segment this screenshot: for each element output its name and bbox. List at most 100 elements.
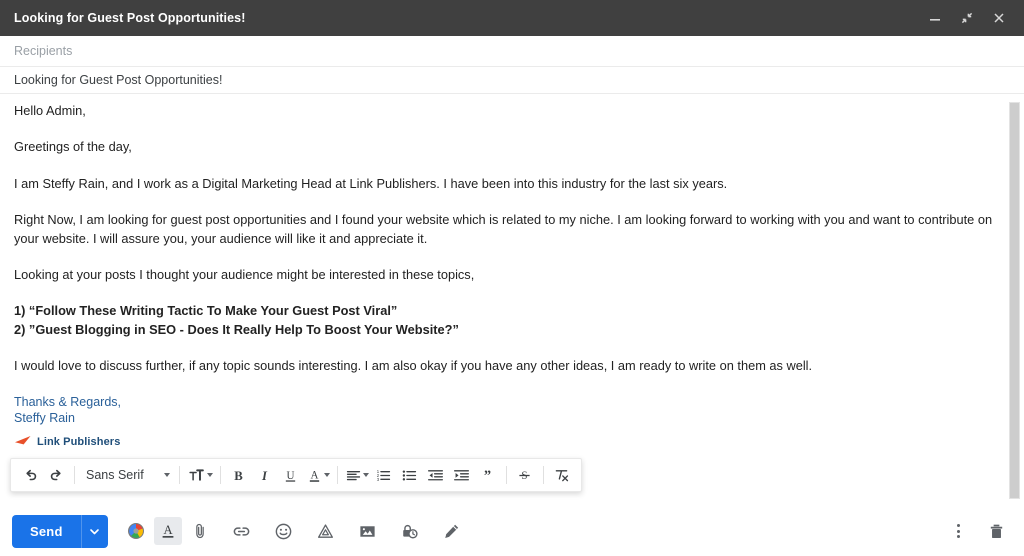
align-button[interactable] <box>343 462 371 488</box>
svg-text:3: 3 <box>377 477 380 482</box>
svg-text:A: A <box>310 469 318 481</box>
text-color-button[interactable]: A <box>304 462 332 488</box>
remove-formatting-button[interactable] <box>549 462 575 488</box>
font-size-select[interactable] <box>185 462 215 488</box>
toolbar-divider-4 <box>336 466 338 484</box>
insert-drive-icon <box>318 523 334 538</box>
compose-window: Looking for Guest Post Opportunities! Re… <box>0 0 1024 556</box>
signature-name: Steffy Rain <box>14 410 75 425</box>
message-body-area[interactable]: Hello Admin, Greetings of the day, I am … <box>0 94 1024 505</box>
body-paragraph-5: Looking at your posts I thought your aud… <box>14 267 475 283</box>
svg-text:I: I <box>261 469 268 483</box>
bold-icon: B <box>234 469 243 483</box>
formatting-options-icon: A <box>162 523 173 538</box>
quote-button[interactable]: ” <box>475 462 501 488</box>
insert-photo-button[interactable] <box>354 517 382 545</box>
chevron-down-icon <box>163 473 170 477</box>
toolbar-divider-1 <box>74 466 75 484</box>
attach-file-button[interactable] <box>186 517 214 545</box>
strikethrough-icon: S <box>519 469 530 481</box>
compose-bottom-bar: Send A <box>0 505 1024 556</box>
indent-less-icon <box>428 469 444 480</box>
underline-button[interactable]: U <box>278 462 304 488</box>
quote-icon: ” <box>484 467 491 483</box>
exit-full-screen-button[interactable] <box>952 3 982 33</box>
window-controls <box>920 3 1014 33</box>
undo-button[interactable] <box>17 462 43 488</box>
subject-input[interactable]: Looking for Guest Post Opportunities! <box>14 73 222 87</box>
toolbar-divider-2 <box>178 466 180 484</box>
insert-signature-button[interactable] <box>438 517 466 545</box>
insert-emoji-icon <box>275 523 292 539</box>
recipients-input[interactable]: Recipients <box>14 44 72 58</box>
remove-formatting-icon <box>555 469 569 481</box>
send-button[interactable]: Send <box>12 514 108 548</box>
body-paragraph-greeting: Hello Admin, <box>14 103 86 118</box>
signature-regards: Thanks & Regards, <box>14 394 121 409</box>
send-options-button[interactable] <box>82 515 108 548</box>
body-topic-2: 2) ”Guest Blogging in SEO - Does It Real… <box>14 321 459 337</box>
trash-icon <box>990 524 1002 538</box>
undo-icon <box>25 469 36 480</box>
insert-link-button[interactable] <box>228 517 256 545</box>
formatting-options-button[interactable]: A <box>153 517 182 545</box>
indent-more-icon <box>454 469 470 480</box>
paper-plane-logo-icon <box>15 436 31 448</box>
bold-button[interactable]: B <box>226 462 252 488</box>
more-options-button[interactable] <box>944 517 972 545</box>
body-paragraph-4: Right Now, I am looking for guest post o… <box>14 212 993 246</box>
body-topics-list: 1) “Follow These Writing Tactic To Make … <box>14 302 1000 339</box>
body-scrollbar-thumb[interactable] <box>1009 102 1020 499</box>
compose-title-bar: Looking for Guest Post Opportunities! <box>0 0 1024 36</box>
numbered-list-icon: 1 2 3 <box>377 468 391 482</box>
insert-drive-button[interactable] <box>312 517 340 545</box>
workspace-circle-button[interactable] <box>122 517 150 545</box>
body-paragraph-2: Greetings of the day, <box>14 139 132 155</box>
font-family-label: Sans Serif <box>86 468 144 482</box>
toolbar-divider-6 <box>542 466 544 484</box>
bottom-bar-right <box>940 517 1010 545</box>
signature-logo-row: Link Publishers <box>14 433 1000 451</box>
subject-row[interactable]: Looking for Guest Post Opportunities! <box>0 67 1024 94</box>
bottom-bar-left: Send A <box>12 514 466 548</box>
italic-button[interactable]: I <box>252 462 278 488</box>
font-family-select[interactable]: Sans Serif <box>80 462 174 488</box>
strikethrough-button[interactable]: S <box>512 462 538 488</box>
chevron-down-icon <box>206 473 213 477</box>
redo-button[interactable] <box>43 462 69 488</box>
svg-text:B: B <box>234 469 243 483</box>
text-color-icon: A <box>309 469 319 482</box>
exit-full-screen-icon <box>961 12 973 24</box>
compose-title: Looking for Guest Post Opportunities! <box>14 11 246 25</box>
font-size-icon <box>189 468 204 481</box>
insert-signature-icon <box>445 524 459 538</box>
indent-more-button[interactable] <box>449 462 475 488</box>
minimize-button[interactable] <box>920 3 950 33</box>
toolbar-divider-3 <box>219 466 221 484</box>
chevron-down-icon <box>90 528 99 534</box>
close-button[interactable] <box>984 3 1014 33</box>
more-options-icon <box>956 524 960 538</box>
bulleted-list-button[interactable] <box>397 462 423 488</box>
body-scrollbar[interactable] <box>1009 102 1020 499</box>
discard-draft-button[interactable] <box>982 517 1010 545</box>
bulleted-list-icon <box>402 469 417 481</box>
attach-file-icon <box>195 523 204 539</box>
insert-emoji-button[interactable] <box>270 517 298 545</box>
send-button-label: Send <box>30 523 63 539</box>
workspace-circle-icon <box>127 523 144 539</box>
numbered-list-button[interactable]: 1 2 3 <box>371 462 397 488</box>
svg-text:U: U <box>287 469 295 481</box>
message-body-scroll: Hello Admin, Greetings of the day, I am … <box>0 94 1024 505</box>
svg-text:”: ” <box>484 467 491 483</box>
formatting-toolbar: Sans Serif B I U A 1 2 3 ” <box>10 458 582 492</box>
minimize-icon <box>930 19 940 21</box>
indent-less-button[interactable] <box>423 462 449 488</box>
chevron-down-icon <box>323 473 330 477</box>
recipients-row[interactable]: Recipients <box>0 36 1024 67</box>
confidential-mode-button[interactable] <box>396 517 424 545</box>
message-body[interactable]: Hello Admin, Greetings of the day, I am … <box>14 102 1000 476</box>
body-paragraph-6: I would love to discuss further, if any … <box>14 358 813 374</box>
body-topic-1: 1) “Follow These Writing Tactic To Make … <box>14 303 398 319</box>
redo-icon <box>50 469 61 480</box>
